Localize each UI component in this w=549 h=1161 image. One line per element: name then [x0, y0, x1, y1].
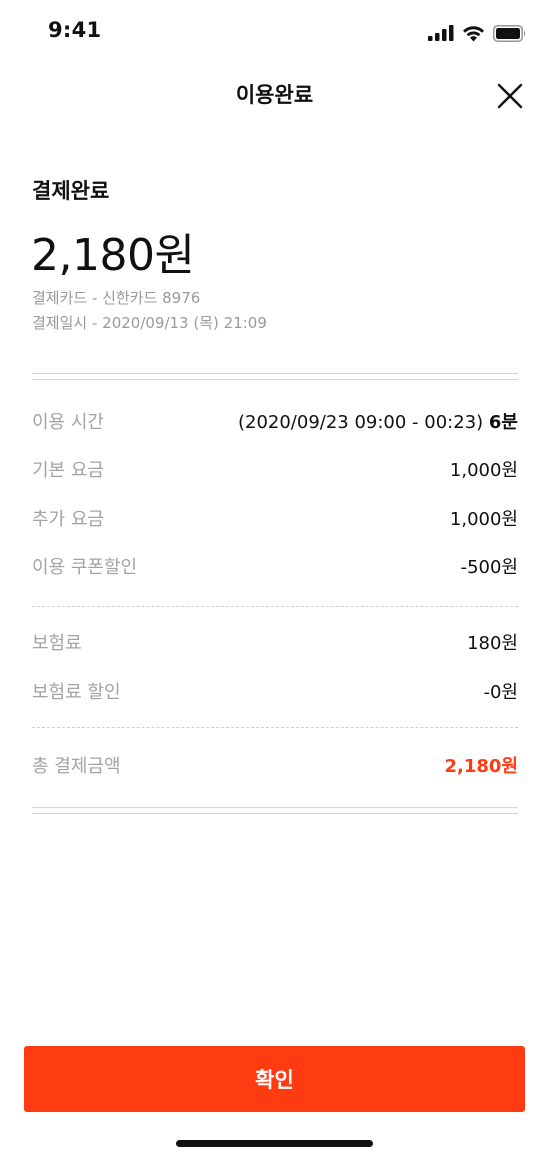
confirm-button[interactable]: 확인 — [24, 1046, 525, 1112]
dashed-divider — [32, 727, 518, 728]
payment-card-info: 결제카드 - 신한카드 8976 — [32, 289, 201, 307]
section-divider-bottom — [32, 807, 518, 814]
wifi-icon — [463, 25, 484, 41]
extra-fee-row: 추가 요금 1,000원 — [32, 503, 518, 533]
base-fee-value: 1,000원 — [449, 460, 518, 481]
close-button[interactable] — [495, 81, 525, 111]
payment-status-label: 결제완료 — [32, 179, 110, 203]
signal-icon — [428, 25, 454, 41]
section-divider-top — [32, 373, 518, 380]
usage-time-row: 이용 시간 (2020/09/23 09:00 - 00:23) 6분 — [32, 406, 518, 436]
extra-fee-value: 1,000원 — [449, 509, 518, 530]
insurance-label: 보험료 — [32, 633, 82, 654]
dashed-divider — [32, 606, 518, 607]
usage-time-label: 이용 시간 — [32, 412, 104, 433]
coupon-discount-row: 이용 쿠폰할인 -500원 — [32, 551, 518, 581]
home-indicator — [176, 1140, 373, 1147]
coupon-discount-label: 이용 쿠폰할인 — [32, 557, 138, 578]
insurance-row: 보험료 180원 — [32, 627, 518, 657]
insurance-discount-row: 보험료 할인 -0원 — [32, 676, 518, 706]
status-icons — [428, 24, 527, 42]
usage-duration: 6분 — [488, 412, 518, 433]
total-value: 2,180원 — [444, 756, 519, 777]
insurance-discount-label: 보험료 할인 — [32, 682, 121, 703]
status-bar: 9:41 — [0, 0, 549, 66]
status-time: 9:41 — [48, 18, 102, 42]
payment-amount: 2,180원 — [31, 230, 195, 281]
total-row: 총 결제금액 2,180원 — [32, 750, 518, 780]
extra-fee-label: 추가 요금 — [32, 509, 104, 530]
insurance-value: 180원 — [467, 633, 518, 654]
base-fee-label: 기본 요금 — [32, 460, 104, 481]
battery-icon — [493, 24, 526, 42]
base-fee-row: 기본 요금 1,000원 — [32, 454, 518, 484]
insurance-discount-value: -0원 — [483, 682, 518, 703]
coupon-discount-value: -500원 — [460, 557, 518, 578]
total-label: 총 결제금액 — [32, 756, 121, 777]
usage-time-range: (2020/09/23 09:00 - 00:23) — [237, 412, 484, 433]
close-icon — [497, 83, 523, 109]
payment-datetime: 결제일시 - 2020/09/13 (목) 21:09 — [32, 314, 267, 332]
page-title: 이용완료 — [235, 83, 314, 107]
usage-time-value: (2020/09/23 09:00 - 00:23) 6분 — [238, 408, 518, 434]
nav-bar: 이용완료 — [0, 66, 549, 126]
